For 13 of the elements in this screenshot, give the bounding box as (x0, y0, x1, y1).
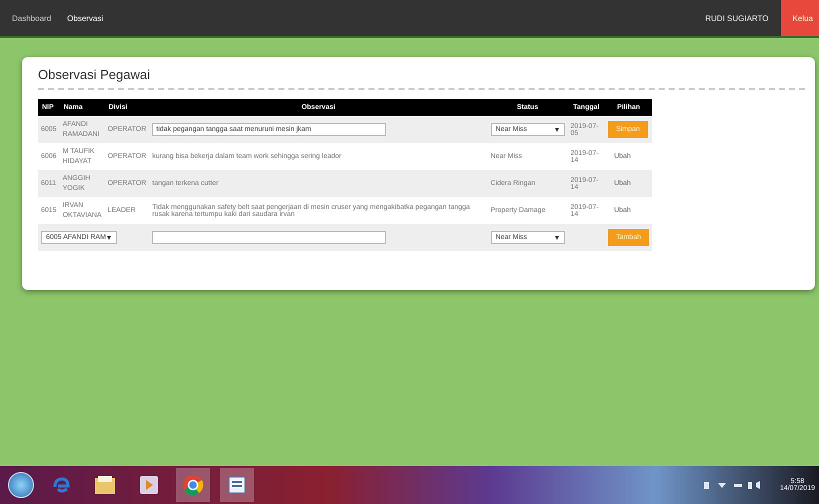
document-icon[interactable] (227, 475, 247, 495)
caret-icon (107, 236, 111, 240)
user-link[interactable]: RUDI SUGIARTO (705, 14, 769, 22)
caret-icon (554, 236, 559, 240)
start-icon[interactable] (8, 472, 34, 498)
chrome-icon[interactable] (182, 474, 204, 496)
caret-icon (554, 128, 559, 132)
nav-link[interactable]: Dashboard (12, 14, 52, 22)
panel-title: Observasi Pegawai (38, 67, 151, 82)
nav-link[interactable]: Observasi (67, 14, 104, 22)
folder-icon[interactable] (94, 475, 116, 495)
logout-button[interactable]: Kelua (780, 0, 819, 36)
observation-input[interactable] (152, 231, 386, 244)
